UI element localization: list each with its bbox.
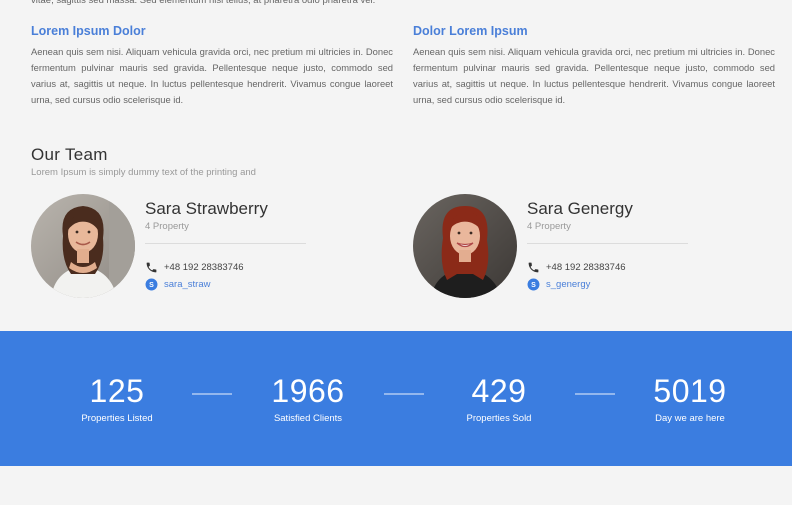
member-name: Sara Genergy [527, 199, 633, 218]
member-property-count: 4 Property [145, 221, 189, 232]
svg-text:S: S [149, 281, 154, 288]
skype-link[interactable]: sara_straw [164, 279, 210, 290]
member-skype: S s_genergy [527, 277, 590, 291]
stat-separator [384, 393, 424, 395]
avatar [413, 194, 517, 298]
member-skype: S sara_straw [145, 277, 210, 291]
stats-band: 125 Properties Listed 1966 Satisfied Cli… [0, 331, 792, 466]
stat-satisfied-clients: 1966 Satisfied Clients [228, 373, 388, 424]
column-text: Aenean quis sem nisi. Aliquam vehicula g… [31, 46, 393, 105]
team-member-card: Sara Genergy 4 Property +48 192 28383746… [413, 194, 733, 299]
stat-label: Day we are here [655, 413, 725, 424]
team-subtitle: Lorem Ipsum is simply dummy text of the … [31, 167, 256, 178]
stat-label: Properties Sold [466, 413, 532, 424]
svg-text:S: S [531, 281, 536, 288]
phone-number: +48 192 28383746 [164, 261, 244, 273]
phone-number: +48 192 28383746 [546, 261, 626, 273]
skype-link[interactable]: s_genergy [546, 279, 590, 290]
skype-icon: S [145, 278, 158, 290]
content-column-1: Lorem Ipsum Dolor Aenean quis sem nisi. … [31, 24, 393, 108]
content-column-2: Dolor Lorem Ipsum Aenean quis sem nisi. … [413, 24, 775, 108]
stat-properties-listed: 125 Properties Listed [37, 373, 197, 424]
member-phone: +48 192 28383746 [145, 260, 244, 274]
stat-value: 1966 [271, 373, 345, 409]
team-title: Our Team [31, 145, 108, 164]
stat-days: 5019 Day we are here [610, 373, 770, 424]
stat-separator [575, 393, 615, 395]
avatar [31, 194, 135, 298]
stat-properties-sold: 429 Properties Sold [419, 373, 579, 424]
skype-icon: S [527, 278, 540, 290]
stat-value: 125 [89, 373, 145, 409]
intro-text: vitae, sagittis sed massa. Sed elementum… [31, 0, 376, 6]
stat-label: Properties Listed [81, 413, 153, 424]
divider [527, 243, 688, 244]
stat-separator [192, 393, 232, 395]
stat-value: 5019 [653, 373, 727, 409]
member-phone: +48 192 28383746 [527, 260, 626, 274]
column-title: Dolor Lorem Ipsum [413, 24, 528, 38]
member-name: Sara Strawberry [145, 199, 268, 218]
team-member-card: Sara Strawberry 4 Property +48 192 28383… [31, 194, 351, 299]
column-title: Lorem Ipsum Dolor [31, 24, 146, 38]
stat-value: 429 [471, 373, 527, 409]
stat-label: Satisfied Clients [273, 413, 343, 424]
column-text: Aenean quis sem nisi. Aliquam vehicula g… [413, 46, 775, 105]
phone-icon [528, 262, 539, 272]
divider [145, 243, 306, 244]
phone-icon [146, 262, 157, 272]
member-property-count: 4 Property [527, 221, 571, 232]
